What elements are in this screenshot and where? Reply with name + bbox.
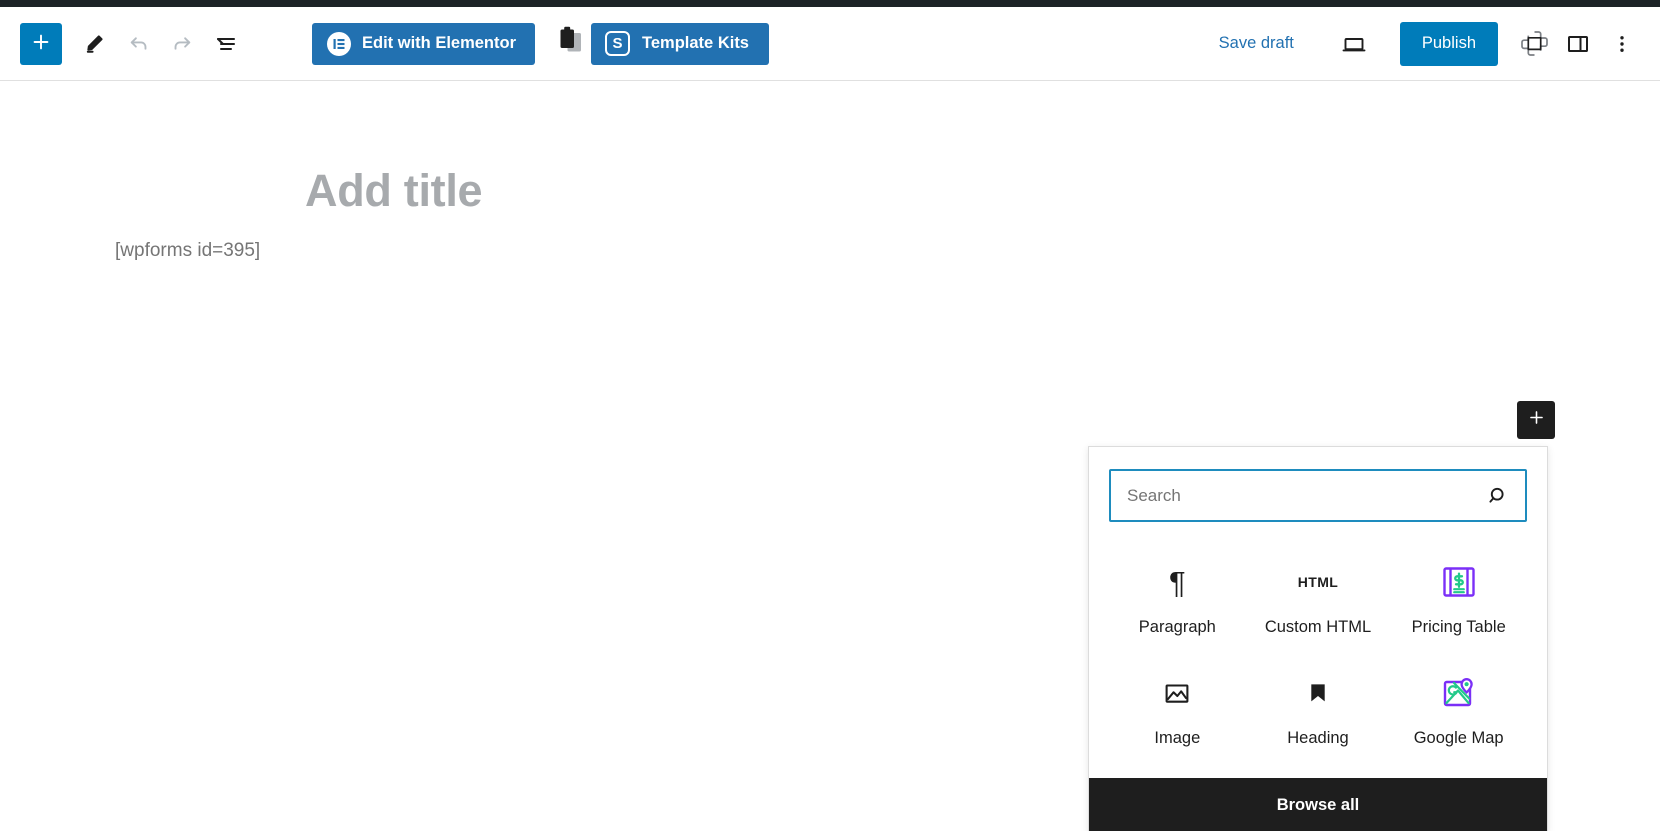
block-item-google-map[interactable]: Google Map	[1388, 657, 1529, 760]
quick-inserter-search-area	[1089, 447, 1547, 522]
pencil-icon	[83, 32, 106, 55]
image-icon	[1162, 671, 1192, 715]
heading-bookmark-icon	[1303, 671, 1333, 715]
block-inserter-toggle-button[interactable]	[20, 22, 62, 65]
jetpack-button[interactable]	[1512, 22, 1556, 66]
browse-all-button[interactable]: Browse all	[1089, 778, 1547, 831]
tools-pencil-button[interactable]	[72, 22, 116, 66]
quick-block-inserter-popover: ¶ Paragraph HTML Custom HTML	[1088, 446, 1548, 831]
envato-s-icon: S	[605, 31, 631, 56]
block-item-paragraph[interactable]: ¶ Paragraph	[1107, 546, 1248, 649]
block-item-pricing-table[interactable]: Pricing Table	[1388, 546, 1529, 649]
pilcrow-icon: ¶	[1169, 564, 1186, 600]
html-icon: HTML	[1297, 574, 1339, 590]
redo-button[interactable]	[160, 22, 204, 66]
publish-button[interactable]: Publish	[1399, 21, 1498, 66]
template-kits-label: Template Kits	[642, 34, 749, 52]
clipboard-copy-icon	[558, 26, 586, 61]
shortcode-block[interactable]: [wpforms id=395]	[115, 240, 260, 262]
toolbar-right-group: Save draft Publish	[1207, 21, 1660, 66]
quick-inserter-block-grid: ¶ Paragraph HTML Custom HTML Pricing Tab…	[1089, 522, 1547, 778]
pricing-table-icon	[1438, 560, 1480, 604]
list-view-icon	[214, 32, 238, 56]
undo-button[interactable]	[116, 22, 160, 66]
search-input[interactable]	[1109, 469, 1527, 522]
block-item-label: Custom HTML	[1264, 618, 1372, 636]
jetpack-plugin-icon	[1519, 28, 1550, 59]
save-draft-button[interactable]: Save draft	[1207, 26, 1306, 61]
plus-icon	[1527, 408, 1546, 432]
block-item-label: Pricing Table	[1411, 618, 1506, 636]
block-item-label: Google Map	[1413, 729, 1504, 747]
more-options-button[interactable]	[1600, 22, 1644, 66]
preview-button[interactable]	[1332, 22, 1376, 66]
more-vertical-icon	[1611, 33, 1633, 55]
editor-window: Edit with Elementor S Template Kits Save…	[0, 0, 1660, 831]
block-appender-button[interactable]	[1517, 401, 1555, 439]
edit-with-elementor-label: Edit with Elementor	[362, 34, 517, 52]
editor-canvas: Add title [wpforms id=395] Search ¶ Para…	[0, 82, 1660, 831]
google-map-icon	[1438, 671, 1480, 715]
editor-toolbar: Edit with Elementor S Template Kits Save…	[0, 7, 1660, 81]
desktop-preview-icon	[1341, 31, 1367, 57]
toolbar-left-group: Edit with Elementor S Template Kits	[0, 22, 769, 66]
post-title-placeholder[interactable]: Add title	[305, 168, 483, 213]
undo-icon	[126, 31, 151, 56]
copy-to-clipboard-button[interactable]	[555, 24, 589, 64]
block-item-heading[interactable]: Heading	[1248, 657, 1389, 760]
plus-icon	[30, 31, 52, 56]
redo-icon	[170, 31, 195, 56]
list-view-button[interactable]	[204, 22, 248, 66]
block-item-label: Heading	[1287, 729, 1349, 747]
block-item-image[interactable]: Image	[1107, 657, 1248, 760]
block-item-label: Paragraph	[1138, 618, 1216, 636]
sidebar-toggle-icon	[1565, 31, 1591, 57]
template-kits-button[interactable]: S Template Kits	[591, 22, 769, 65]
settings-sidebar-button[interactable]	[1556, 22, 1600, 66]
elementor-logo-icon	[327, 31, 351, 56]
block-item-label: Image	[1154, 729, 1201, 747]
edit-with-elementor-button[interactable]: Edit with Elementor	[312, 22, 536, 65]
wp-admin-bar	[0, 0, 1660, 7]
block-item-custom-html[interactable]: HTML Custom HTML	[1248, 546, 1389, 649]
